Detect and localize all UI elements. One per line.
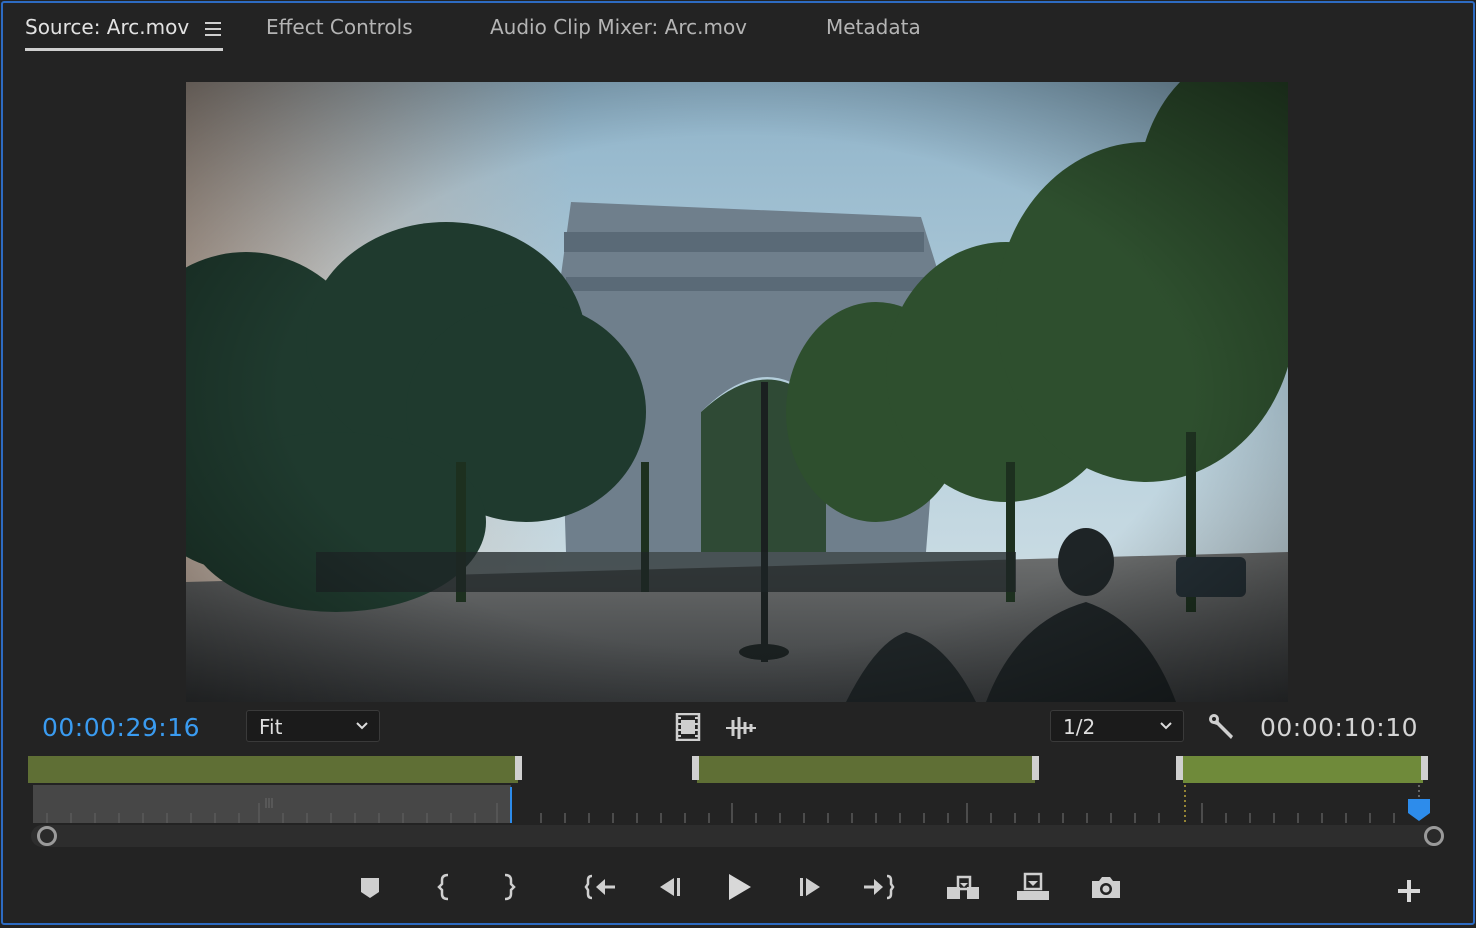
film-strip-icon[interactable] bbox=[675, 712, 701, 742]
zoom-scroll-handle-right[interactable] bbox=[1424, 826, 1444, 846]
source-timeline-ruler[interactable] bbox=[3, 751, 1473, 826]
insert-button[interactable] bbox=[945, 869, 981, 905]
playhead-marker[interactable] bbox=[1408, 799, 1430, 821]
go-to-out-button[interactable] bbox=[860, 869, 896, 905]
go-to-out-icon bbox=[864, 874, 895, 900]
mark-out-icon bbox=[504, 873, 516, 901]
zoom-level-select[interactable]: Fit bbox=[246, 710, 380, 742]
tab-source[interactable]: Source: Arc.mov bbox=[25, 15, 189, 39]
play-icon bbox=[729, 874, 751, 900]
export-frame-button[interactable] bbox=[1088, 869, 1124, 905]
zoom-scroll-handle-left[interactable] bbox=[37, 826, 57, 846]
step-forward-icon bbox=[800, 878, 820, 896]
playback-resolution-value: 1/2 bbox=[1063, 715, 1096, 739]
add-marker-button[interactable] bbox=[352, 869, 388, 905]
add-marker-icon bbox=[361, 878, 379, 898]
clip-bar-segment[interactable] bbox=[697, 756, 1035, 783]
go-to-in-icon bbox=[584, 874, 615, 900]
zoom-scroll-bar[interactable] bbox=[31, 825, 1437, 847]
overwrite-icon bbox=[1017, 872, 1049, 900]
mark-out-button[interactable] bbox=[490, 869, 526, 905]
video-frame-image bbox=[186, 82, 1288, 702]
clip-end-handle[interactable] bbox=[515, 756, 522, 780]
mark-in-icon bbox=[437, 873, 449, 901]
insert-icon bbox=[947, 875, 979, 899]
duration-timecode: 00:00:10:10 bbox=[1260, 713, 1419, 742]
waveform-icon[interactable] bbox=[725, 715, 757, 741]
clip-end-handle[interactable] bbox=[1421, 756, 1428, 780]
playhead-timecode[interactable]: 00:00:29:16 bbox=[42, 713, 200, 742]
step-back-button[interactable] bbox=[652, 869, 688, 905]
chevron-down-icon bbox=[356, 722, 368, 730]
panel-tab-bar: Source: Arc.mov Effect Controls Audio Cl… bbox=[3, 3, 1473, 57]
plus-icon bbox=[1398, 880, 1420, 902]
wrench-icon[interactable] bbox=[1207, 712, 1237, 742]
tab-effect-controls[interactable]: Effect Controls bbox=[266, 15, 413, 39]
clip-bar-segment[interactable] bbox=[28, 756, 518, 783]
overwrite-button[interactable] bbox=[1015, 869, 1051, 905]
hamburger-icon[interactable] bbox=[205, 22, 221, 36]
camera-icon bbox=[1092, 877, 1120, 898]
clip-bar-segment[interactable] bbox=[1183, 756, 1423, 783]
play-button[interactable] bbox=[721, 869, 757, 905]
tab-audio-clip-mixer[interactable]: Audio Clip Mixer: Arc.mov bbox=[490, 15, 747, 39]
mark-in-button[interactable] bbox=[427, 869, 463, 905]
button-editor-button[interactable] bbox=[1391, 873, 1427, 909]
clip-start-handle[interactable] bbox=[692, 756, 699, 780]
clip-end-handle[interactable] bbox=[1032, 756, 1039, 780]
video-preview[interactable] bbox=[186, 82, 1288, 702]
playback-resolution-select[interactable]: 1/2 bbox=[1050, 710, 1184, 742]
clip-start-handle[interactable] bbox=[1176, 756, 1183, 780]
step-back-icon bbox=[660, 878, 680, 896]
go-to-in-button[interactable] bbox=[583, 869, 619, 905]
chevron-down-icon bbox=[1160, 722, 1172, 730]
tab-metadata[interactable]: Metadata bbox=[826, 15, 921, 39]
zoom-level-value: Fit bbox=[259, 715, 283, 739]
active-tab-underline bbox=[25, 48, 223, 51]
source-monitor-panel: Source: Arc.mov Effect Controls Audio Cl… bbox=[1, 1, 1475, 925]
step-forward-button[interactable] bbox=[792, 869, 828, 905]
